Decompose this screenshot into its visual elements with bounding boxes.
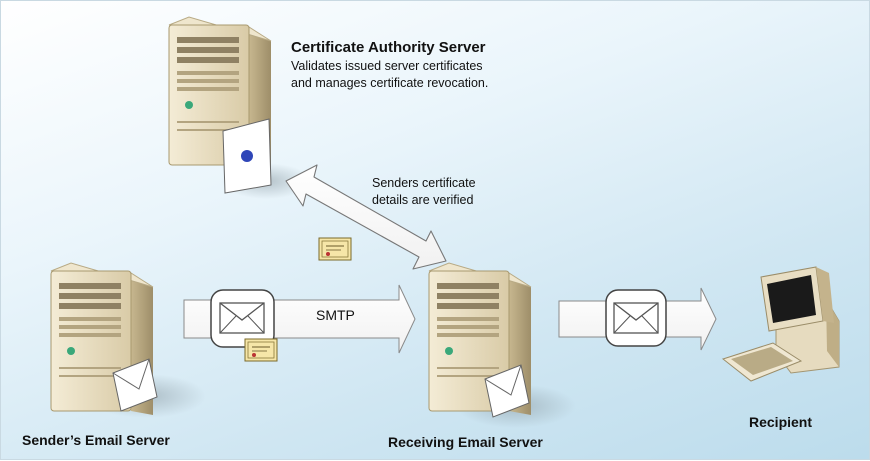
desktop-computer-icon	[721, 266, 840, 382]
smtp-label: SMTP	[316, 307, 355, 323]
ca-certificate-card	[222, 118, 272, 194]
certificate-icon	[318, 237, 352, 261]
certificate-icon	[244, 338, 278, 362]
envelope-icon	[613, 302, 659, 334]
seal-icon	[241, 150, 253, 162]
ca-server-description-line2: and manages certificate revocation.	[291, 76, 489, 90]
ca-server-title: Certificate Authority Server	[291, 39, 486, 56]
delivery-envelope-box	[605, 289, 667, 347]
sender-server-label: Sender’s Email Server	[22, 432, 170, 448]
verification-note-line2: details are verified	[372, 193, 474, 207]
verification-note-line1: Senders certificate	[372, 176, 476, 190]
envelope-icon	[219, 302, 265, 334]
receiving-server-label: Receiving Email Server	[388, 434, 543, 450]
smtp-envelope-box	[210, 289, 275, 348]
ca-server-description-line1: Validates issued server certificates	[291, 59, 483, 73]
diagram-canvas: Certificate Authority Server Validates i…	[0, 0, 870, 460]
recipient-label: Recipient	[749, 414, 813, 430]
